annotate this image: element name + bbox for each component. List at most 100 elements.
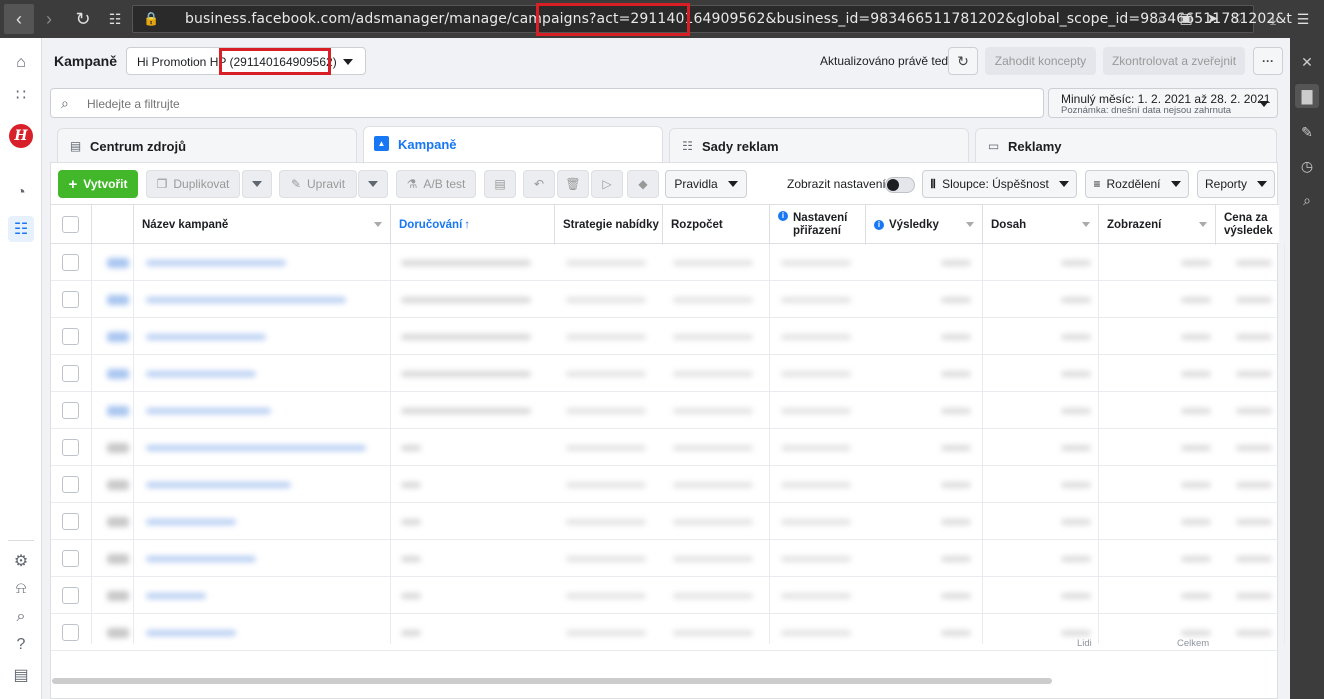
campaign-toolbar: + Vytvořit ❐ Duplikovat ✎ Upravit ⚗ A/B … xyxy=(51,163,1279,205)
rules-button[interactable]: Pravidla xyxy=(665,170,747,198)
zoom-icon[interactable]: ⌕ xyxy=(1295,188,1319,212)
column-header-name[interactable]: Název kampaně xyxy=(133,205,390,245)
url-text[interactable]: business.facebook.com/adsmanager/manage/… xyxy=(185,11,1292,27)
table-row[interactable] xyxy=(51,318,1279,355)
column-header-reach[interactable]: Dosah xyxy=(982,205,1098,245)
show-settings-toggle[interactable] xyxy=(885,177,915,193)
dashboard-gauge-icon[interactable]: ◔ xyxy=(8,180,34,206)
table-row[interactable] xyxy=(51,355,1279,392)
campaigns-panel: + Vytvořit ❐ Duplikovat ✎ Upravit ⚗ A/B … xyxy=(50,162,1285,699)
row-toggle[interactable] xyxy=(107,591,129,601)
speed-dial-button[interactable]: ☷ xyxy=(100,4,130,34)
row-checkbox[interactable] xyxy=(62,587,79,604)
column-header-results[interactable]: i Výsledky xyxy=(865,205,982,245)
duplicate-button[interactable]: ❐ Duplikovat xyxy=(146,170,240,198)
help-icon[interactable]: ? xyxy=(8,632,34,658)
column-header-attribution[interactable]: i Nastavení přiřazení xyxy=(769,205,865,245)
row-checkbox[interactable] xyxy=(62,513,79,530)
row-checkbox[interactable] xyxy=(62,365,79,382)
menu-button[interactable]: ☰ xyxy=(1288,4,1318,34)
row-checkbox[interactable] xyxy=(62,476,79,493)
more-options-button[interactable]: ··· xyxy=(1253,47,1283,75)
tab-campaigns[interactable]: ▲ Kampaně xyxy=(363,126,663,162)
column-header-bid-strategy[interactable]: Strategie nabídky xyxy=(554,205,662,245)
row-checkbox[interactable] xyxy=(62,254,79,271)
undo-button[interactable]: ↶ xyxy=(523,170,555,198)
row-toggle[interactable] xyxy=(107,295,129,305)
preview-button[interactable]: ▷ xyxy=(591,170,623,198)
row-checkbox[interactable] xyxy=(62,439,79,456)
row-toggle[interactable] xyxy=(107,332,129,342)
column-header-delivery[interactable]: Doručování ↑ xyxy=(390,205,554,245)
reload-button[interactable]: ↻ xyxy=(68,4,98,34)
table-row[interactable] xyxy=(51,281,1279,318)
delete-button[interactable]: 🗑 xyxy=(557,170,589,198)
review-publish-button[interactable]: Zkontrolovat a zveřejnit xyxy=(1103,47,1245,75)
report-icon[interactable]: ▤ xyxy=(8,662,34,688)
table-row[interactable] xyxy=(51,392,1279,429)
address-bar[interactable]: 🔒 business.facebook.com/adsmanager/manag… xyxy=(132,5,1292,33)
tab-resource-center[interactable]: ▤ Centrum zdrojů xyxy=(57,128,357,162)
table-row[interactable] xyxy=(51,577,1279,614)
columns-button[interactable]: Ⅱ Sloupce: Úspěšnost xyxy=(922,170,1077,198)
row-toggle[interactable] xyxy=(107,406,129,416)
row-toggle[interactable] xyxy=(107,480,129,490)
column-header-budget[interactable]: Rozpočet xyxy=(662,205,769,245)
tab-ad-sets[interactable]: ☷ Sady reklam xyxy=(669,128,969,162)
row-checkbox[interactable] xyxy=(62,550,79,567)
forward-button[interactable]: › xyxy=(34,4,64,34)
breakdown-button[interactable]: ≡ Rozdělení xyxy=(1085,170,1189,198)
row-toggle[interactable] xyxy=(107,554,129,564)
bar-chart-icon[interactable]: ▇ xyxy=(1295,84,1319,108)
create-button[interactable]: + Vytvořit xyxy=(58,170,138,198)
select-all-checkbox[interactable] xyxy=(62,216,79,233)
notifications-bell-icon[interactable]: ⍾ xyxy=(8,576,34,602)
table-row[interactable] xyxy=(51,503,1279,540)
search-filter-box[interactable]: ⌕ xyxy=(50,88,1044,118)
edit-dropdown[interactable] xyxy=(358,170,388,198)
close-icon[interactable]: ✕ xyxy=(1295,50,1319,74)
row-toggle[interactable] xyxy=(107,443,129,453)
row-toggle[interactable] xyxy=(107,517,129,527)
row-toggle[interactable] xyxy=(107,258,129,268)
row-checkbox[interactable] xyxy=(62,291,79,308)
settings-gear-icon[interactable]: ⚙ xyxy=(8,548,34,574)
table-row[interactable] xyxy=(51,466,1279,503)
blurred-cell xyxy=(566,593,646,599)
apps-grid-icon[interactable]: ∷ xyxy=(8,82,34,108)
back-button[interactable]: ‹ xyxy=(4,4,34,34)
campaign-table-icon[interactable]: ☷ xyxy=(8,216,34,242)
discard-drafts-button[interactable]: Zahodit koncepty xyxy=(985,47,1096,75)
clock-icon[interactable]: ◷ xyxy=(1295,154,1319,178)
duplicate-dropdown[interactable] xyxy=(242,170,272,198)
table-row[interactable] xyxy=(51,244,1279,281)
refresh-button[interactable]: ↻ xyxy=(948,47,978,75)
pencil-icon[interactable]: ✎ xyxy=(1295,120,1319,144)
column-header-cost-per-result[interactable]: Cena za výsledek xyxy=(1215,205,1279,245)
search-icon[interactable]: ⌕ xyxy=(1158,10,1166,27)
send-icon[interactable]: ➤ xyxy=(1207,10,1219,27)
ab-test-button[interactable]: ⚗ A/B test xyxy=(396,170,476,198)
row-toggle[interactable] xyxy=(107,369,129,379)
home-icon[interactable]: ⌂ xyxy=(8,50,34,76)
column-header-impressions[interactable]: Zobrazení xyxy=(1098,205,1215,245)
table-row[interactable] xyxy=(51,540,1279,577)
reports-button[interactable]: Reporty xyxy=(1197,170,1275,198)
date-range-picker[interactable]: Minulý měsíc: 1. 2. 2021 až 28. 2. 2021 … xyxy=(1048,88,1278,118)
table-row[interactable] xyxy=(51,429,1279,466)
heart-icon[interactable]: ♡ xyxy=(1232,10,1245,27)
search-input[interactable] xyxy=(87,97,987,111)
horizontal-scrollbar[interactable] xyxy=(52,678,1052,684)
tab-ads[interactable]: ▭ Reklamy xyxy=(975,128,1277,162)
account-avatar[interactable]: H xyxy=(9,124,33,148)
download-button[interactable]: ⤓ xyxy=(1258,4,1288,34)
row-checkbox[interactable] xyxy=(62,402,79,419)
column-toggle-header[interactable] xyxy=(91,205,133,245)
camera-icon[interactable]: ▣ xyxy=(1179,10,1192,27)
clipboard-button[interactable]: ▤ xyxy=(484,170,516,198)
row-checkbox[interactable] xyxy=(62,328,79,345)
edit-button[interactable]: ✎ Upravit xyxy=(279,170,357,198)
search-icon[interactable]: ⌕ xyxy=(8,604,34,630)
date-range-label: Minulý měsíc: 1. 2. 2021 až 28. 2. 2021 xyxy=(1061,92,1271,106)
tag-button[interactable]: ◆ xyxy=(627,170,659,198)
